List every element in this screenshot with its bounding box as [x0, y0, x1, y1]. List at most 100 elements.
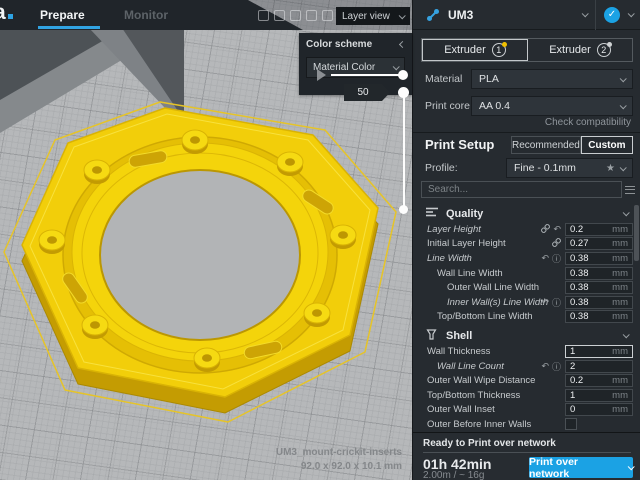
search-input[interactable]: Search... [421, 181, 622, 198]
simulation-slider-handle[interactable] [398, 70, 408, 80]
active-tab-indicator [38, 26, 100, 29]
print-setup-title: Print Setup [425, 137, 494, 152]
setting-value-input[interactable]: 0mm [565, 403, 633, 416]
setting-unit: mm [612, 311, 628, 322]
setting-row: Top/Bottom Thickness 1mm [413, 388, 640, 403]
setting-value-input[interactable]: 0.2mm [565, 223, 633, 236]
setting-label: Top/Bottom Thickness [427, 390, 520, 401]
recommended-button[interactable]: Recommended [511, 136, 581, 154]
setting-label: Line Width [427, 253, 472, 264]
link-icon[interactable] [552, 238, 561, 249]
divider [595, 0, 596, 30]
setting-value-input[interactable]: 0.2mm [565, 374, 633, 387]
setting-value-input[interactable]: 0.38mm [565, 310, 633, 323]
extruder-tabs: Extruder 1 Extruder 2 [421, 38, 633, 62]
print-core-dropdown[interactable]: AA 0.4 [471, 96, 633, 116]
setting-row: Inner Wall(s) Line Width↶ⓘ0.38mm [413, 295, 640, 310]
print-over-network-button[interactable]: Print over network [529, 457, 633, 478]
setting-unit: mm [612, 375, 628, 386]
machine-dropdown-chevron-icon[interactable] [582, 10, 589, 17]
camera-view-toolbar[interactable] [258, 10, 333, 21]
chevron-down-icon [620, 75, 627, 82]
setting-value-input[interactable]: 0.38mm [565, 252, 633, 265]
profile-dropdown[interactable]: Fine - 0.1mm ★ [506, 158, 633, 178]
collapse-panel-icon[interactable] [399, 41, 406, 48]
info-icon[interactable]: ⓘ [552, 296, 561, 309]
view-front-icon[interactable] [274, 10, 285, 21]
printer-icon [426, 8, 440, 22]
setting-label: Outer Wall Line Width [447, 282, 539, 293]
status-dropdown-chevron-icon[interactable] [628, 10, 635, 17]
view-right-icon[interactable] [322, 10, 333, 21]
machine-name: UM3 [448, 8, 473, 22]
quality-icon [426, 207, 438, 220]
simulation-play-icon[interactable] [317, 69, 326, 81]
settings-scrollbar[interactable] [634, 205, 639, 261]
layer-slider-top-handle[interactable] [398, 87, 409, 98]
machine-selector-bar[interactable]: UM3 ✓ [413, 0, 640, 30]
setting-value-input[interactable]: 0.27mm [565, 237, 633, 250]
star-icon[interactable]: ★ [606, 163, 615, 174]
connection-status-icon[interactable]: ✓ [604, 7, 620, 23]
material-dropdown[interactable]: PLA [471, 69, 633, 89]
section-header-quality[interactable]: Quality [413, 205, 640, 222]
cura-logo: a [0, 1, 13, 25]
tab-monitor[interactable]: Monitor [124, 0, 168, 30]
view-left-icon[interactable] [306, 10, 317, 21]
chevron-down-icon [399, 12, 406, 19]
revert-icon[interactable]: ↶ [541, 297, 549, 308]
extruder-2-tab[interactable]: Extruder 2 [528, 39, 632, 61]
settings-menu-icon[interactable] [625, 186, 635, 194]
setting-label: Wall Line Width [437, 268, 503, 279]
divider [413, 132, 640, 133]
info-icon[interactable]: ⓘ [552, 360, 561, 373]
setting-row: Wall Thickness1mm [413, 344, 640, 359]
setting-label: Outer Wall Wipe Distance [427, 375, 535, 386]
setting-row: Outer Wall Inset 0mm [413, 403, 640, 418]
setting-value-input[interactable]: 0.38mm [565, 267, 633, 280]
settings-list: QualityLayer Height↶0.2mmInitial Layer H… [413, 202, 640, 432]
simulation-slider-track[interactable] [331, 74, 403, 76]
section-title: Quality [446, 208, 623, 220]
setting-value-input[interactable]: 1mm [565, 389, 633, 402]
material-color-dot [607, 42, 612, 47]
revert-icon[interactable]: ↶ [541, 361, 549, 372]
divider [423, 452, 631, 453]
chevron-down-icon [623, 331, 630, 338]
setting-row: Initial Layer Height 0.27mm [413, 237, 640, 252]
info-icon[interactable]: ⓘ [552, 252, 561, 265]
revert-icon[interactable]: ↶ [553, 224, 561, 235]
setting-value-input[interactable]: 0.38mm [565, 281, 633, 294]
setting-value-input[interactable]: 1mm [565, 345, 633, 358]
chevron-down-icon [628, 463, 635, 470]
layer-slider-track[interactable] [403, 93, 405, 211]
view-top-icon[interactable] [290, 10, 301, 21]
setting-checkbox[interactable] [565, 418, 577, 430]
setting-row: Wall Line Width 0.38mm [413, 266, 640, 281]
setting-label: Top/Bottom Line Width [437, 311, 533, 322]
setting-unit: mm [612, 224, 628, 235]
revert-icon[interactable]: ↶ [541, 253, 549, 264]
view-3d-icon[interactable] [258, 10, 269, 21]
material-color-dot [502, 42, 507, 47]
section-header-shell[interactable]: Shell [413, 327, 640, 344]
custom-button[interactable]: Custom [581, 136, 633, 154]
setting-unit: mm [612, 238, 628, 249]
layer-slider-bottom-handle[interactable] [399, 205, 408, 214]
job-status: Ready to Print over network [423, 438, 556, 449]
section-title: Shell [446, 330, 623, 342]
extruder-1-number: 1 [492, 43, 506, 57]
setting-label: Initial Layer Height [427, 238, 506, 249]
extruder-1-tab[interactable]: Extruder 1 [422, 39, 528, 61]
check-compatibility-link[interactable]: Check compatibility [545, 117, 631, 128]
setting-row: Outer Wall Line Width 0.38mm [413, 280, 640, 295]
setting-unit: mm [612, 297, 628, 308]
setting-label: Outer Wall Inset [427, 404, 495, 415]
link-icon[interactable] [541, 224, 550, 235]
view-mode-dropdown[interactable]: Layer view [336, 7, 410, 25]
setting-row: Outer Wall Wipe Distance 0.2mm [413, 373, 640, 388]
setting-value-input[interactable]: 2 [565, 360, 633, 373]
shell-icon [426, 329, 438, 343]
profile-label: Profile: [425, 162, 458, 174]
setting-value-input[interactable]: 0.38mm [565, 296, 633, 309]
